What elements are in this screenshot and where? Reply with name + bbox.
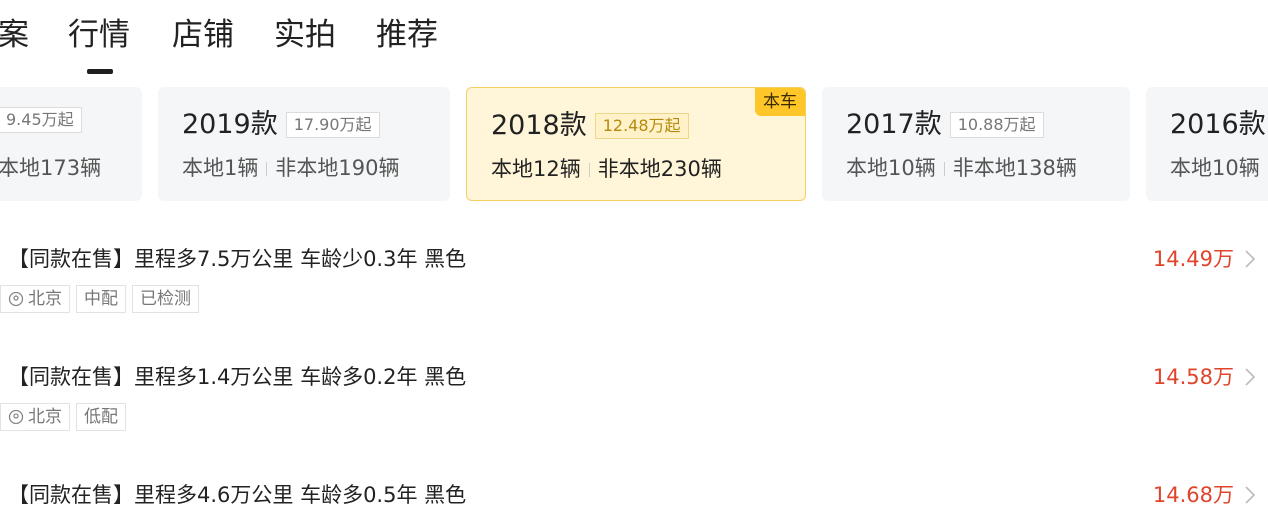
tab-shop[interactable]: 店铺 bbox=[172, 14, 234, 56]
listing-title: 【同款在售】里程多7.5万公里 车龄少0.3年 黑色 bbox=[8, 247, 467, 271]
chevron-right-icon bbox=[1245, 486, 1256, 504]
year-local-count: 本地10辆 bbox=[1170, 156, 1260, 180]
tab-recommend[interactable]: 推荐 bbox=[376, 14, 438, 56]
current-car-badge: 本车 bbox=[755, 88, 805, 116]
listing-title: 【同款在售】里程多1.4万公里 车龄多0.2年 黑色 bbox=[8, 365, 467, 389]
year-price: 17.90万起 bbox=[285, 112, 380, 138]
divider bbox=[588, 163, 590, 177]
listing-price: 14.49万 bbox=[1152, 247, 1234, 271]
year-card-2019[interactable]: 2019款 17.90万起 本地1辆 非本地190辆 bbox=[158, 87, 450, 201]
year-nonlocal-count: 非本地138辆 bbox=[952, 156, 1077, 180]
year-title: 2016款 bbox=[1170, 109, 1266, 140]
trim-tag: 中配 bbox=[76, 285, 126, 313]
year-local-count: 本地12辆 bbox=[491, 157, 581, 181]
divider bbox=[266, 162, 268, 176]
year-price: 12.48万起 bbox=[594, 113, 689, 139]
year-local-count: 本地173辆 bbox=[0, 156, 102, 180]
location-pin-icon bbox=[8, 409, 24, 425]
tab-market[interactable]: 行情 bbox=[68, 14, 130, 56]
year-card-2017[interactable]: 2017款 10.88万起 本地10辆 非本地138辆 bbox=[822, 87, 1130, 201]
year-local-count: 本地1辆 bbox=[182, 156, 259, 180]
year-title: 2019款 bbox=[182, 109, 278, 140]
year-price: 10.88万起 bbox=[949, 112, 1044, 138]
year-card-2018[interactable]: 2018款 12.48万起 本地12辆 非本地230辆 本车 bbox=[466, 87, 806, 201]
model-year-scroller[interactable]: 9.45万起 本地173辆 2019款 17.90万起 本地1辆 非本地190辆 … bbox=[0, 87, 1268, 202]
location-label: 北京 bbox=[28, 407, 62, 427]
year-nonlocal-count: 非本地190辆 bbox=[275, 156, 400, 180]
tab-photos[interactable]: 实拍 bbox=[274, 14, 336, 56]
year-nonlocal-count: 非本地230辆 bbox=[597, 157, 722, 181]
year-card-2016[interactable]: 2016款 本地10辆 bbox=[1146, 87, 1268, 201]
year-card-2020[interactable]: 9.45万起 本地173辆 bbox=[0, 87, 142, 201]
listing-price: 14.68万 bbox=[1152, 483, 1234, 507]
year-title: 2017款 bbox=[846, 109, 942, 140]
listing-tags: 北京 中配 已检测 bbox=[0, 285, 199, 313]
listing-tags: 北京 低配 bbox=[0, 403, 126, 431]
chevron-right-icon bbox=[1245, 250, 1256, 268]
trim-tag: 低配 bbox=[76, 403, 126, 431]
listing-price: 14.58万 bbox=[1152, 365, 1234, 389]
active-tab-indicator bbox=[87, 69, 113, 74]
location-pin-icon bbox=[8, 291, 24, 307]
year-title: 2018款 bbox=[491, 110, 587, 141]
chevron-right-icon bbox=[1245, 368, 1256, 386]
year-price: 9.45万起 bbox=[0, 107, 82, 133]
location-label: 北京 bbox=[28, 289, 62, 309]
divider bbox=[943, 162, 945, 176]
location-tag: 北京 bbox=[0, 403, 70, 431]
tab-dossier[interactable]: 案 bbox=[0, 14, 29, 56]
inspected-tag: 已检测 bbox=[132, 285, 199, 313]
year-local-count: 本地10辆 bbox=[846, 156, 936, 180]
location-tag: 北京 bbox=[0, 285, 70, 313]
listing-title: 【同款在售】里程多4.6万公里 车龄多0.5年 黑色 bbox=[8, 483, 467, 507]
